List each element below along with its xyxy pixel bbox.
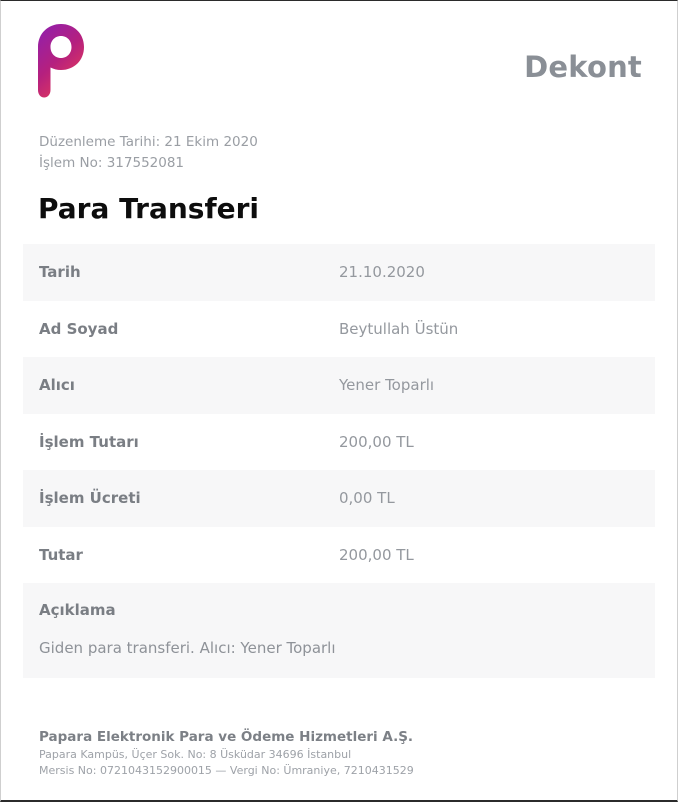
company-address: Papara Kampüs, Üçer Sok. No: 8 Üsküdar 3… — [39, 748, 352, 761]
company-registry: Mersis No: 0721043152900015 — Vergi No: … — [39, 764, 414, 777]
description-block: Açıklama Giden para transferi. Alıcı: Ye… — [23, 583, 655, 678]
detail-row-name: Ad Soyad Beytullah Üstün — [23, 301, 655, 358]
document-type-title: Dekont — [524, 50, 642, 84]
detail-row-date: Tarih 21.10.2020 — [23, 244, 655, 301]
papara-p-logo-icon — [38, 24, 84, 98]
detail-label: İşlem Ücreti — [39, 489, 141, 508]
detail-row-total: Tutar 200,00 TL — [23, 527, 655, 584]
details-table: Tarih 21.10.2020 Ad Soyad Beytullah Üstü… — [23, 244, 655, 678]
detail-label: Tutar — [39, 545, 83, 564]
transaction-number-text: İşlem No: 317552081 — [39, 155, 185, 171]
page-title: Para Transferi — [38, 192, 260, 225]
detail-label: Tarih — [39, 263, 81, 282]
detail-value: Beytullah Üstün — [339, 319, 459, 338]
company-name: Papara Elektronik Para ve Ödeme Hizmetle… — [39, 729, 414, 745]
description-text: Giden para transferi. Alıcı: Yener Topar… — [39, 639, 336, 657]
detail-value: 200,00 TL — [339, 545, 414, 564]
detail-row-fee: İşlem Ücreti 0,00 TL — [23, 470, 655, 527]
description-label: Açıklama — [39, 601, 116, 619]
detail-value: 200,00 TL — [339, 432, 414, 451]
detail-value: 0,00 TL — [339, 489, 395, 508]
detail-row-recipient: Alıcı Yener Toparlı — [23, 357, 655, 414]
detail-value: Yener Toparlı — [339, 376, 435, 395]
company-footer: Papara Elektronik Para ve Ödeme Hizmetle… — [39, 729, 414, 777]
detail-value: 21.10.2020 — [339, 263, 425, 282]
detail-row-amount: İşlem Tutarı 200,00 TL — [23, 414, 655, 471]
detail-label: Ad Soyad — [39, 319, 119, 338]
detail-label: İşlem Tutarı — [39, 432, 139, 451]
issue-date-text: Düzenleme Tarihi: 21 Ekim 2020 — [39, 134, 258, 150]
detail-label: Alıcı — [39, 376, 75, 395]
document-meta: Düzenleme Tarihi: 21 Ekim 2020 İşlem No:… — [39, 132, 258, 174]
